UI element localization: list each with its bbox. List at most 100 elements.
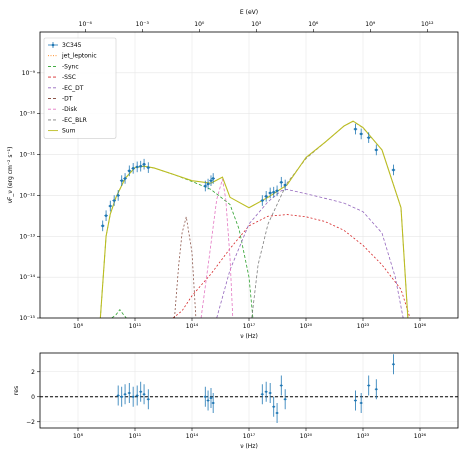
res-point bbox=[354, 399, 357, 402]
legend-label: -SSC bbox=[62, 74, 76, 81]
res-y-tick-label: −2 bbox=[26, 419, 35, 426]
data-point bbox=[123, 177, 127, 180]
data-point bbox=[367, 136, 371, 139]
data-point bbox=[146, 166, 150, 169]
res-point bbox=[209, 396, 213, 400]
data-point bbox=[283, 183, 287, 187]
data-point bbox=[272, 190, 276, 194]
legend-label: -Disk bbox=[62, 106, 78, 113]
data-point bbox=[260, 199, 264, 202]
res-point bbox=[261, 393, 264, 396]
legend-label: -Sync bbox=[62, 63, 79, 70]
res-point bbox=[265, 390, 268, 393]
res-x-tick-label: 10⁸ bbox=[73, 433, 84, 440]
res-point bbox=[280, 384, 283, 387]
res-point bbox=[360, 401, 363, 405]
x-tick-label: 10²³ bbox=[357, 323, 370, 330]
res-point bbox=[212, 401, 215, 405]
res-point bbox=[375, 388, 378, 391]
data-point bbox=[374, 148, 378, 152]
legend-swatch-dot bbox=[51, 43, 55, 47]
data-point bbox=[131, 167, 135, 170]
res-x-tick-label: 10²⁶ bbox=[414, 433, 427, 440]
res-x-axis-label: ν (Hz) bbox=[240, 443, 258, 450]
data-point bbox=[142, 162, 146, 166]
res-point bbox=[147, 398, 150, 401]
data-point bbox=[120, 179, 124, 182]
res-point bbox=[117, 394, 120, 397]
res-point bbox=[392, 363, 395, 366]
res-point bbox=[367, 384, 370, 387]
data-point bbox=[139, 164, 143, 168]
data-point bbox=[127, 169, 131, 173]
res-point bbox=[123, 393, 127, 396]
res-y-tick-label: 0 bbox=[31, 394, 35, 401]
res-point bbox=[139, 390, 142, 393]
y-tick-label: 10⁻¹⁴ bbox=[19, 274, 35, 281]
data-point bbox=[209, 179, 213, 182]
data-point bbox=[211, 177, 215, 180]
top-tick-label: 10³ bbox=[251, 21, 262, 28]
data-point bbox=[206, 182, 210, 186]
x-tick-label: 10¹¹ bbox=[129, 323, 142, 330]
data-point bbox=[112, 199, 116, 202]
data-point bbox=[104, 214, 108, 217]
top-axis-label: E (eV) bbox=[240, 9, 258, 16]
legend-label: Sum bbox=[62, 128, 76, 135]
data-point bbox=[354, 127, 357, 131]
res-point bbox=[142, 393, 146, 396]
y-tick-label: 10⁻⁹ bbox=[22, 70, 36, 77]
res-point bbox=[206, 399, 210, 402]
data-point bbox=[275, 189, 279, 193]
res-point bbox=[204, 395, 207, 398]
x-tick-label: 10²⁶ bbox=[414, 323, 427, 330]
x-tick-label: 10¹⁴ bbox=[186, 323, 199, 330]
top-tick-label: 10⁰ bbox=[194, 21, 205, 28]
y-tick-label: 10⁻¹¹ bbox=[19, 152, 35, 159]
res-point bbox=[136, 394, 139, 397]
legend-label: -DT bbox=[62, 96, 73, 103]
y-tick-label: 10⁻¹⁰ bbox=[19, 111, 35, 118]
legend-label: -EC_DT bbox=[62, 85, 84, 92]
res-point bbox=[132, 395, 135, 398]
data-point bbox=[279, 180, 283, 184]
legend-label: jet_leptonic bbox=[61, 53, 97, 60]
top-tick-label: 10⁹ bbox=[365, 21, 376, 28]
res-x-tick-label: 10²⁰ bbox=[300, 433, 313, 440]
top-tick-label: 10¹² bbox=[421, 21, 434, 28]
res-point bbox=[284, 398, 287, 401]
res-point bbox=[272, 405, 275, 408]
res-point bbox=[269, 391, 272, 395]
res-x-tick-label: 10¹⁴ bbox=[186, 433, 199, 440]
top-tick-label: 10⁶ bbox=[308, 21, 319, 28]
top-tick-label: 10⁻⁶ bbox=[79, 21, 93, 28]
data-point bbox=[392, 168, 395, 172]
legend-label: -EC_BLR bbox=[62, 117, 87, 124]
y-axis-label: νF_ν (erg cm⁻² s⁻¹) bbox=[7, 147, 14, 204]
y-tick-label: 10⁻¹⁵ bbox=[19, 315, 35, 322]
res-point bbox=[120, 395, 123, 398]
res-x-tick-label: 10²³ bbox=[357, 433, 370, 440]
data-point bbox=[268, 191, 272, 195]
res-x-tick-label: 10¹⁷ bbox=[243, 433, 256, 440]
res-point bbox=[275, 411, 279, 415]
legend-label: 3C345 bbox=[62, 42, 82, 49]
data-point bbox=[264, 195, 268, 198]
data-point bbox=[108, 204, 112, 208]
res-y-tick-label: 2 bbox=[31, 369, 35, 376]
data-point bbox=[101, 224, 105, 228]
data-point bbox=[116, 194, 120, 197]
x-tick-label: 10²⁰ bbox=[300, 323, 313, 330]
sed-figure: 10⁸ 10¹¹ 10¹⁴ 10¹⁷ 10²⁰ 10²³ 10²⁶ ν (Hz) 10⁻⁶ 10⁻… bbox=[0, 0, 463, 463]
y-tick-label: 10⁻¹² bbox=[19, 192, 35, 199]
res-y-axis-label: res bbox=[13, 386, 20, 395]
data-point bbox=[203, 184, 207, 188]
res-x-tick-label: 10¹¹ bbox=[129, 433, 142, 440]
top-tick-label: 10⁻³ bbox=[136, 21, 150, 28]
data-point bbox=[359, 132, 363, 136]
x-tick-label: 10¹⁷ bbox=[243, 323, 256, 330]
data-point bbox=[135, 165, 139, 169]
x-axis-label: ν (Hz) bbox=[240, 333, 258, 340]
res-point bbox=[128, 391, 131, 395]
x-tick-label: 10⁸ bbox=[73, 323, 84, 330]
